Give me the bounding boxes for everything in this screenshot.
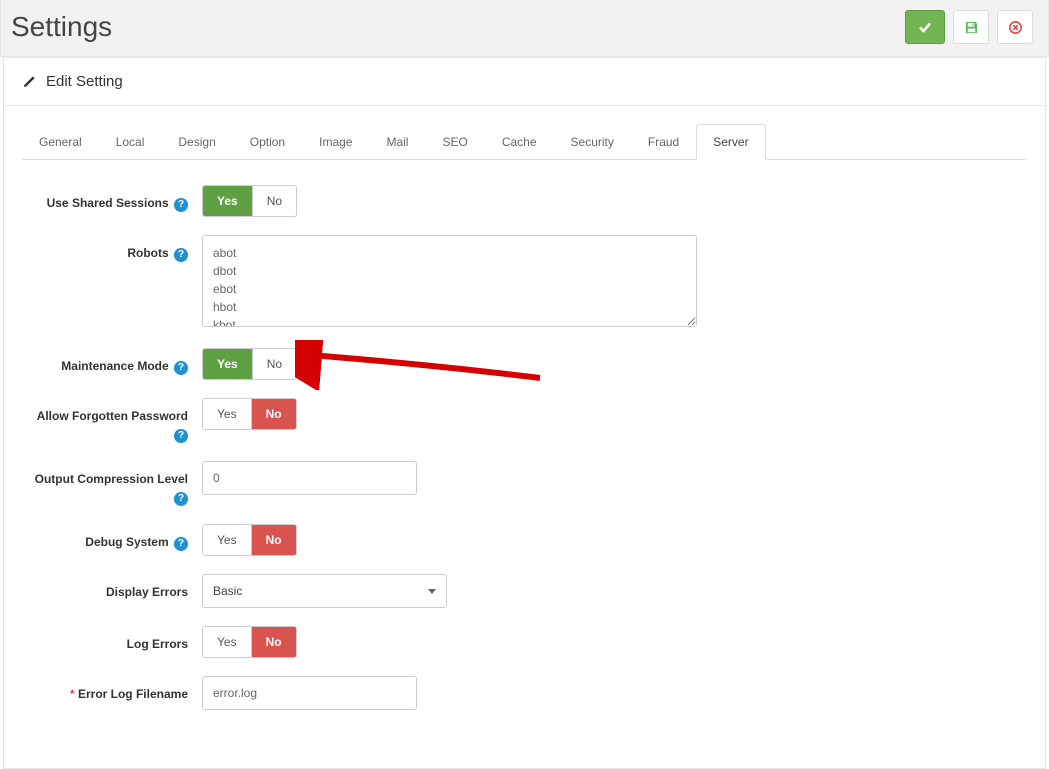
row-maintenance: Maintenance Mode ? Yes No [22,348,1027,380]
help-icon[interactable]: ? [174,429,188,443]
toggle-forgotten: Yes No [202,398,297,430]
toggle-maintenance: Yes No [202,348,297,380]
tabs: General Local Design Option Image Mail S… [22,124,1027,160]
toggle-yes[interactable]: Yes [203,399,252,429]
help-icon[interactable]: ? [174,492,188,506]
panel-body: General Local Design Option Image Mail S… [4,106,1045,768]
tab-design[interactable]: Design [161,124,232,160]
tab-image[interactable]: Image [302,124,369,160]
cancel-button[interactable] [997,10,1033,44]
label-shared-sessions: Use Shared Sessions ? [22,185,202,212]
tab-security[interactable]: Security [554,124,631,160]
toggle-yes[interactable]: Yes [203,186,253,216]
tab-fraud[interactable]: Fraud [631,124,696,160]
select-value: Basic [213,584,242,598]
label-display-errors: Display Errors [22,574,202,601]
edit-panel: Edit Setting General Local Design Option… [3,57,1046,769]
label-maintenance: Maintenance Mode ? [22,348,202,375]
header-actions [905,10,1033,44]
label-error-log: * Error Log Filename [22,676,202,703]
row-log-errors: Log Errors Yes No [22,626,1027,658]
label-compression: Output Compression Level ? [22,461,202,506]
caret-down-icon [428,589,436,594]
toggle-no[interactable]: No [252,399,296,429]
toggle-yes[interactable]: Yes [203,349,253,379]
row-forgotten: Allow Forgotten Password ? Yes No [22,398,1027,443]
help-icon[interactable]: ? [174,361,188,375]
tab-local[interactable]: Local [99,124,162,160]
save-button[interactable] [953,10,989,44]
row-error-log: * Error Log Filename [22,676,1027,710]
label-forgotten: Allow Forgotten Password ? [22,398,202,443]
row-display-errors: Display Errors Basic [22,574,1027,608]
toggle-no[interactable]: No [253,349,296,379]
panel-heading: Edit Setting [4,58,1045,106]
toggle-shared-sessions: Yes No [202,185,297,217]
cancel-icon [1008,20,1023,35]
apply-button[interactable] [905,10,945,44]
toggle-log-errors: Yes No [202,626,297,658]
check-icon [917,19,933,35]
label-robots: Robots ? [22,235,202,262]
error-log-input[interactable] [202,676,417,710]
page-header: Settings [0,0,1049,57]
tab-option[interactable]: Option [233,124,302,160]
help-icon[interactable]: ? [174,537,188,551]
label-log-errors: Log Errors [22,626,202,653]
robots-textarea[interactable] [202,235,697,327]
label-debug: Debug System ? [22,524,202,551]
toggle-yes[interactable]: Yes [203,525,252,555]
toggle-no[interactable]: No [252,525,296,555]
toggle-yes[interactable]: Yes [203,627,252,657]
row-robots: Robots ? [22,235,1027,330]
help-icon[interactable]: ? [174,248,188,262]
row-shared-sessions: Use Shared Sessions ? Yes No [22,185,1027,217]
panel-title: Edit Setting [46,73,123,90]
toggle-debug: Yes No [202,524,297,556]
compression-input[interactable] [202,461,417,495]
pencil-icon [22,75,36,89]
floppy-icon [964,20,979,35]
tab-cache[interactable]: Cache [485,124,554,160]
row-compression: Output Compression Level ? [22,461,1027,506]
tab-server[interactable]: Server [696,124,765,160]
row-debug: Debug System ? Yes No [22,524,1027,556]
tab-mail[interactable]: Mail [369,124,425,160]
toggle-no[interactable]: No [253,186,296,216]
tab-seo[interactable]: SEO [425,124,484,160]
help-icon[interactable]: ? [174,198,188,212]
tab-general[interactable]: General [22,124,99,160]
toggle-no[interactable]: No [252,627,296,657]
page-title: Settings [11,11,112,43]
display-errors-select[interactable]: Basic [202,574,447,608]
